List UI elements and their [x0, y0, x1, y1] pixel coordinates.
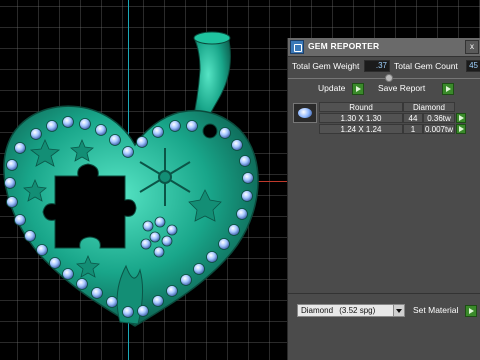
panel-slider-track[interactable] — [288, 78, 480, 79]
total-gem-weight-value: .37 — [364, 60, 390, 72]
panel-titlebar[interactable]: GEM REPORTER x — [288, 38, 480, 57]
row-select-arrow-icon[interactable] — [456, 113, 466, 123]
gem-reporter-panel: GEM REPORTER x Total Gem Weight .37 Tota… — [287, 38, 480, 360]
set-material-button[interactable]: Set Material — [413, 305, 479, 318]
heart-pendant-model[interactable] — [0, 30, 270, 330]
gem-size: 1.30 X 1.30 — [319, 113, 403, 123]
panel-title: GEM REPORTER — [308, 41, 380, 51]
total-gem-count-value: 45 — [466, 60, 480, 72]
panel-divider — [288, 293, 480, 294]
row-select-arrow-icon[interactable] — [456, 124, 466, 134]
save-report-button-label: Save Report — [378, 83, 426, 93]
save-report-button[interactable]: Save Report — [378, 83, 458, 96]
column-header-round: Round — [319, 102, 403, 112]
chevron-down-icon[interactable] — [393, 305, 404, 316]
material-select-value: Diamond — [301, 306, 334, 315]
update-arrow-icon[interactable] — [352, 83, 364, 95]
set-material-arrow-icon[interactable] — [465, 305, 477, 317]
close-icon[interactable]: x — [465, 40, 479, 54]
gem-reporter-icon — [290, 40, 304, 54]
gem-count: 1 — [403, 124, 423, 134]
gem-weight: 0.36tw — [423, 113, 455, 123]
gem-count: 44 — [403, 113, 423, 123]
total-gem-count-label: Total Gem Count — [394, 61, 458, 71]
puzzle-cutout — [42, 163, 137, 249]
set-material-button-label: Set Material — [413, 305, 459, 315]
table-row[interactable]: 1.24 X 1.24 1 0.007tw — [319, 124, 468, 134]
table-row[interactable]: 1.30 X 1.30 44 0.36tw — [319, 113, 468, 123]
total-gem-weight-label: Total Gem Weight — [292, 61, 360, 71]
panel-slider-knob[interactable] — [385, 74, 393, 82]
column-header-diamond: Diamond — [403, 102, 455, 112]
material-select[interactable]: Diamond (3.52 spg) — [297, 304, 405, 317]
save-report-arrow-icon[interactable] — [442, 83, 454, 95]
material-select-detail: (3.52 spg) — [339, 306, 376, 315]
gem-weight: 0.007tw — [423, 124, 455, 134]
round-diamond-thumbnail — [293, 103, 317, 123]
update-button-label: Update — [318, 83, 346, 93]
gem-size: 1.24 X 1.24 — [319, 124, 403, 134]
update-button[interactable]: Update — [318, 83, 366, 96]
